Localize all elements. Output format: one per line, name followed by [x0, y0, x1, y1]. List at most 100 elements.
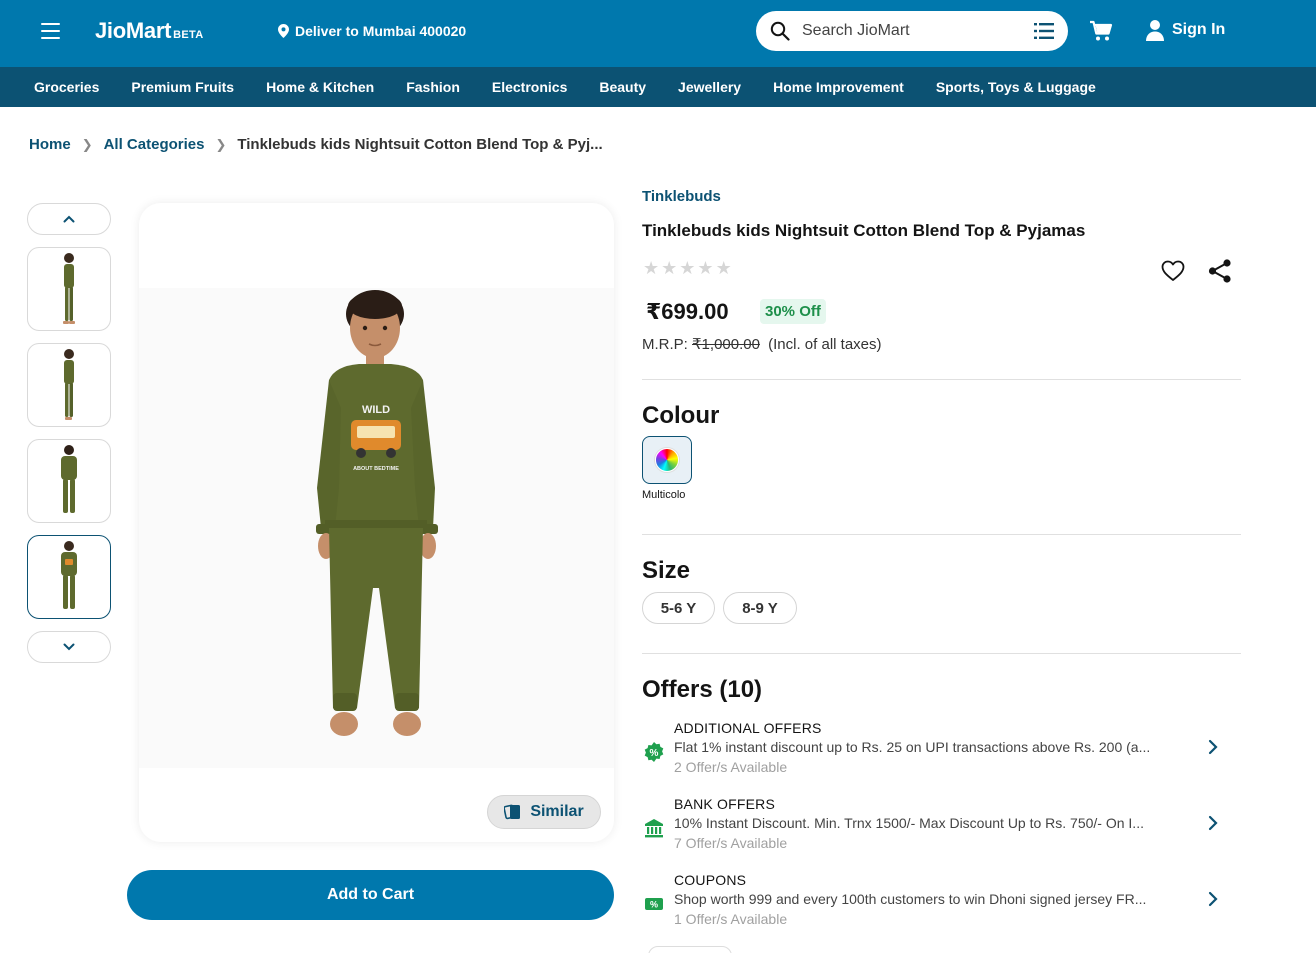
breadcrumb-all-categories[interactable]: All Categories: [104, 136, 205, 153]
breadcrumb: Home ❯ All Categories ❯ Tinklebuds kids …: [29, 136, 603, 153]
shirt-print-title: WILD: [362, 404, 390, 416]
category-electronics[interactable]: Electronics: [492, 79, 567, 95]
search-input[interactable]: [802, 19, 1022, 43]
sign-in-button[interactable]: Sign In: [1146, 19, 1225, 41]
menu-icon[interactable]: [41, 23, 61, 39]
list-icon[interactable]: [1034, 22, 1054, 40]
thumbnail-4[interactable]: [27, 535, 111, 619]
thumbnail-image-side-2: [64, 349, 74, 420]
product-price: ₹699.00: [646, 299, 729, 324]
thumbnail-1[interactable]: [27, 247, 111, 331]
chevron-up-icon: [63, 215, 75, 223]
star-icon: ★: [643, 258, 660, 278]
thumbnail-image-back: [61, 445, 77, 513]
add-to-cart-button[interactable]: Add to Cart: [127, 870, 614, 920]
product-photo: WILD ABOUT BEDTIME: [316, 290, 438, 736]
thumbnail-image-front: [61, 541, 77, 609]
product-brand[interactable]: Tinklebuds: [642, 188, 721, 205]
offer-bank[interactable]: BANK OFFERS 10% Instant Discount. Min. T…: [642, 796, 1232, 856]
offer-description: Shop worth 999 and every 100th customers…: [674, 891, 1147, 907]
top-header: JioMartBETA Deliver to Mumbai 400020 Sig…: [0, 0, 1316, 67]
thumbnail-2[interactable]: [27, 343, 111, 427]
thumbnail-image-side: [63, 253, 75, 324]
breadcrumb-home[interactable]: Home: [29, 136, 71, 153]
thumbnail-scroll-down-button[interactable]: [27, 631, 111, 663]
category-groceries[interactable]: Groceries: [34, 79, 99, 95]
color-wheel-icon: [655, 448, 679, 472]
divider: [642, 534, 1241, 535]
offer-title: COUPONS: [674, 872, 747, 888]
offer-coupons[interactable]: % COUPONS Shop worth 999 and every 100th…: [642, 872, 1232, 932]
offer-additional[interactable]: % ADDITIONAL OFFERS Flat 1% instant disc…: [642, 720, 1232, 780]
divider: [642, 379, 1241, 380]
rating-stars: ★ ★ ★ ★ ★: [643, 259, 732, 277]
chevron-right-icon: [1208, 891, 1218, 907]
thumbnail-3[interactable]: [27, 439, 111, 523]
product-title: Tinklebuds kids Nightsuit Cotton Blend T…: [642, 221, 1086, 240]
bank-icon: [645, 819, 663, 838]
category-sports-toys-luggage[interactable]: Sports, Toys & Luggage: [936, 79, 1096, 95]
category-premium-fruits[interactable]: Premium Fruits: [131, 79, 234, 95]
location-pin-icon: [278, 24, 289, 38]
chevron-right-icon: ❯: [81, 136, 93, 152]
deliver-text: Deliver to Mumbai 400020: [295, 23, 467, 39]
shirt-print-subtitle: ABOUT BEDTIME: [353, 466, 399, 472]
mrp-line: M.R.P: ₹1,000.00 (Incl. of all taxes): [642, 335, 882, 353]
share-icon[interactable]: [1207, 258, 1233, 284]
breadcrumb-current: Tinklebuds kids Nightsuit Cotton Blend T…: [237, 136, 603, 153]
size-option-5-6y[interactable]: 5-6 Y: [642, 592, 715, 624]
wishlist-heart-icon[interactable]: [1160, 258, 1186, 284]
offer-title: ADDITIONAL OFFERS: [674, 720, 822, 736]
size-option-8-9y[interactable]: 8-9 Y: [723, 592, 797, 624]
offer-title: BANK OFFERS: [674, 796, 775, 812]
sign-in-label: Sign In: [1172, 21, 1226, 38]
offer-description: 10% Instant Discount. Min. Trnx 1500/- M…: [674, 815, 1144, 831]
chevron-right-icon: ❯: [215, 136, 227, 152]
divider: [642, 653, 1241, 654]
offer-count: 7 Offer/s Available: [674, 835, 788, 851]
search-bar: [756, 11, 1068, 51]
category-beauty[interactable]: Beauty: [599, 79, 646, 95]
user-icon: [1146, 20, 1164, 41]
category-home-kitchen[interactable]: Home & Kitchen: [266, 79, 374, 95]
colour-heading: Colour: [642, 402, 720, 429]
offer-description: Flat 1% instant discount up to Rs. 25 on…: [674, 739, 1151, 755]
offer-count: 2 Offer/s Available: [674, 759, 788, 775]
view-more-offers-button[interactable]: [648, 946, 732, 953]
coupon-icon: %: [645, 898, 663, 910]
thumbnail-scroll-up-button[interactable]: [27, 203, 111, 235]
deliver-location[interactable]: Deliver to Mumbai 400020: [278, 23, 466, 39]
category-home-improvement[interactable]: Home Improvement: [773, 79, 904, 95]
search-icon[interactable]: [770, 21, 790, 41]
category-nav: Groceries Premium Fruits Home & Kitchen …: [0, 67, 1316, 107]
svg-text:%: %: [650, 900, 658, 910]
discount-badge: 30% Off: [760, 299, 826, 324]
mrp-value: ₹1,000.00: [692, 336, 760, 353]
jiomart-logo[interactable]: JioMart BETA: [95, 18, 203, 44]
colour-swatch-multicolor[interactable]: [642, 436, 692, 484]
mrp-label: M.R.P:: [642, 336, 688, 353]
similar-cards-icon: [504, 804, 521, 820]
beta-badge: BETA: [173, 29, 204, 41]
tax-note: (Incl. of all taxes): [768, 336, 882, 353]
cart-icon[interactable]: [1089, 20, 1113, 42]
offers-heading: Offers (10): [642, 676, 763, 703]
chevron-right-icon: [1208, 815, 1218, 831]
percent-badge-icon: %: [644, 742, 664, 762]
star-icon: ★: [661, 258, 678, 278]
similar-label: Similar: [530, 803, 584, 820]
star-icon: ★: [679, 258, 696, 278]
similar-button[interactable]: Similar: [487, 795, 601, 829]
chevron-down-icon: [63, 643, 75, 651]
product-image-viewer[interactable]: WILD ABOUT BEDTIME Similar: [139, 203, 614, 842]
chevron-right-icon: [1208, 739, 1218, 755]
category-fashion[interactable]: Fashion: [406, 79, 460, 95]
logo-text: JioMart: [95, 18, 172, 43]
colour-label: Multicolo: [642, 489, 686, 501]
size-heading: Size: [642, 557, 691, 584]
svg-text:%: %: [650, 748, 659, 759]
star-icon: ★: [715, 258, 732, 278]
star-icon: ★: [697, 258, 714, 278]
category-jewellery[interactable]: Jewellery: [678, 79, 741, 95]
offer-count: 1 Offer/s Available: [674, 911, 788, 927]
